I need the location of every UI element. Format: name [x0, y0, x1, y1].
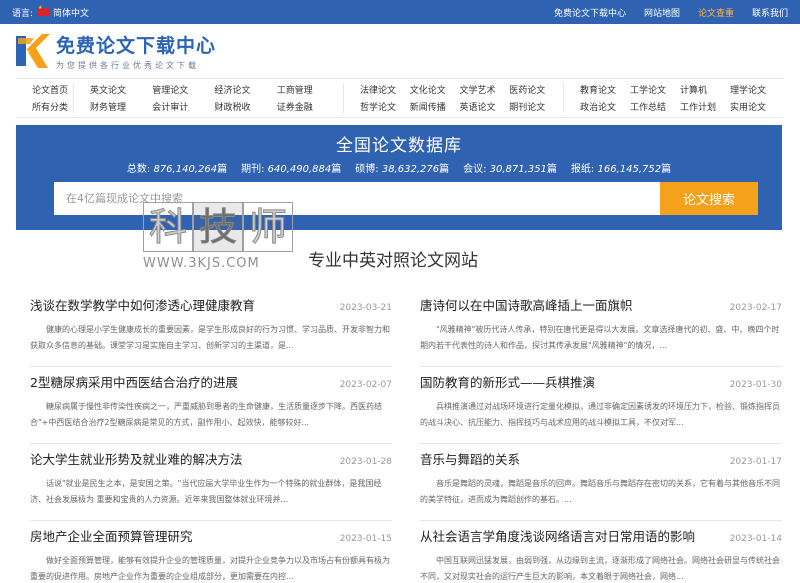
article-title[interactable]: 从社会语言学角度浅谈网络语言对日常用语的影响 — [420, 526, 695, 545]
nav-item[interactable]: 英文论文 — [84, 83, 146, 97]
article-item[interactable]: 从社会语言学角度浅谈网络语言对日常用语的影响 2023-01-14 中国互联网迅猛… — [420, 523, 782, 583]
article-summary: 兵棋推演通过对战场环境进行定量化模拟，通过非确定因素诱发的环境压力下，检验、锻炼… — [420, 402, 780, 427]
nav-item[interactable]: 政治论文 — [574, 100, 624, 114]
nav-item[interactable]: 工作计划 — [674, 100, 724, 114]
article-title[interactable]: 国防教育的新形式——兵棋推演 — [420, 372, 595, 391]
article-title[interactable]: 音乐与舞蹈的关系 — [420, 449, 520, 468]
database-title: 全国论文数据库 — [336, 136, 462, 156]
article-date: 2023-02-17 — [729, 303, 782, 313]
watermark-char: 师 — [243, 202, 293, 252]
database-search-panel: 全国论文数据库 总数: 876,140,264篇 期刊: 640,490,884… — [16, 125, 782, 230]
article-date: 2023-02-07 — [339, 380, 392, 390]
watermark-logo: 科 技 师 WWW.3KJS.COM — [143, 202, 303, 276]
article-summary: 音乐是舞蹈的灵魂，舞蹈是音乐的回声。舞蹈音乐与舞蹈存在密切的关系，它有着与其他音… — [420, 479, 780, 504]
stat-total: 总数: 876,140,264篇 — [126, 164, 228, 175]
nav-item[interactable]: 工作总结 — [624, 100, 674, 114]
language-selector[interactable]: 语言: 简体中文 — [12, 5, 89, 19]
article-date: 2023-01-15 — [339, 534, 392, 544]
category-group-business: 英文论文 财务管理 管理论文 会计审计 经济论文 财政税收 工商管理 证券金融 — [74, 83, 344, 113]
language-label: 语言: — [12, 8, 34, 19]
article-summary: 中国互联网迅猛发展，由弱到强，从边缘到主流，逐渐形成了网络社会。网络社会研显与传… — [420, 556, 780, 581]
nav-item[interactable]: 计算机 — [674, 83, 724, 97]
article-date: 2023-01-14 — [729, 534, 782, 544]
database-stats: 总数: 876,140,264篇 期刊: 640,490,884篇 硕博: 38… — [16, 160, 782, 175]
site-header: 免费论文下载中心 为您提供各行业优秀论文下载 — [0, 24, 800, 78]
nav-item[interactable]: 医药论文 — [503, 83, 553, 97]
link-sitemap[interactable]: 网站地图 — [644, 6, 680, 19]
article-date: 2023-01-17 — [729, 457, 782, 467]
nav-item[interactable]: 教育论文 — [574, 83, 624, 97]
nav-item[interactable]: 新闻传播 — [404, 100, 454, 114]
nav-item[interactable]: 哲学论文 — [354, 100, 404, 114]
top-bar: 语言: 简体中文 免费论文下载中心 网站地图 论文查重 联系我们 — [0, 0, 800, 24]
article-summary: 做好全面预算管理，能够有效提升企业的管理质量，对提升企业竞争力以及市场占有份额具… — [30, 556, 390, 581]
language-value[interactable]: 简体中文 — [53, 6, 89, 19]
site-slogan: 为您提供各行业优秀论文下载 — [56, 61, 199, 70]
nav-item[interactable]: 经济论文 — [209, 83, 271, 97]
article-title[interactable]: 论大学生就业形势及就业难的解决方法 — [30, 449, 243, 468]
article-date: 2023-01-28 — [339, 457, 392, 467]
top-links: 免费论文下载中心 网站地图 论文查重 联系我们 — [554, 6, 788, 19]
nav-item[interactable]: 文化论文 — [404, 83, 454, 97]
watermark-url: WWW.3KJS.COM — [143, 256, 260, 271]
article-summary: "风雅精神"被历代诗人传承，特别在唐代更是得以大发展。文章选择唐代的初、盛、中、… — [420, 325, 780, 350]
nav-item[interactable]: 理学论文 — [724, 83, 774, 97]
article-date: 2023-01-30 — [729, 380, 782, 390]
nav-item[interactable]: 会计审计 — [146, 100, 208, 114]
nav-item[interactable]: 工商管理 — [271, 83, 333, 97]
article-item[interactable]: 论大学生就业形势及就业难的解决方法 2023-01-28 话说"就业是民生之本，是… — [30, 446, 392, 521]
logo-text[interactable]: 免费论文下载中心 为您提供各行业优秀论文下载 — [56, 31, 216, 71]
article-item[interactable]: 国防教育的新形式——兵棋推演 2023-01-30 兵棋推演通过对战场环境进行定量… — [420, 369, 782, 444]
section-title: 专业中英对照论文网站 — [308, 251, 478, 271]
article-summary: 健康的心理是小学生健康成长的重要因素，是学生形成良好的行为习惯、学习品质、开发非… — [30, 325, 390, 350]
stat-thesis: 硕博: 38,632,276篇 — [355, 164, 450, 175]
link-download-center[interactable]: 免费论文下载中心 — [554, 6, 626, 19]
article-item[interactable]: 音乐与舞蹈的关系 2023-01-17 音乐是舞蹈的灵魂，舞蹈是音乐的回声。舞蹈音… — [420, 446, 782, 521]
article-title[interactable]: 唐诗何以在中国诗歌高峰插上一面旗帜 — [420, 295, 633, 314]
article-title[interactable]: 2型糖尿病采用中西医结合治疗的进展 — [30, 372, 238, 391]
article-item[interactable]: 唐诗何以在中国诗歌高峰插上一面旗帜 2023-02-17 "风雅精神"被历代诗人传… — [420, 292, 782, 367]
article-summary: 糖尿病属于慢性非传染性疾病之一，严重威胁到患者的生命健康，生活质量逐步下降。西医… — [30, 402, 382, 427]
article-title[interactable]: 房地产企业全面预算管理研究 — [30, 526, 193, 545]
nav-item[interactable]: 证券金融 — [271, 100, 333, 114]
nav-item[interactable]: 文学艺术 — [454, 83, 504, 97]
article-list: 浅谈在数学教学中如何渗透心理健康教育 2023-03-21 健康的心理是小学生健康… — [30, 292, 782, 583]
category-group-home: 论文首页 所有分类 — [16, 83, 74, 113]
category-group-humanities: 法律论文 哲学论文 文化论文 新闻传播 文学艺术 英语论文 医药论文 期刊论文 — [344, 83, 564, 113]
search-button[interactable]: 论文搜索 — [660, 182, 758, 215]
stat-journal: 期刊: 640,490,884篇 — [241, 164, 342, 175]
article-item[interactable]: 浅谈在数学教学中如何渗透心理健康教育 2023-03-21 健康的心理是小学生健康… — [30, 292, 392, 367]
stat-newspaper: 报纸: 166,145,752篇 — [570, 164, 672, 175]
article-title[interactable]: 浅谈在数学教学中如何渗透心理健康教育 — [30, 295, 255, 314]
stylized-k-logo-icon[interactable] — [14, 32, 50, 70]
china-flag-icon — [37, 5, 50, 16]
stat-conference: 会议: 30,871,351篇 — [463, 164, 557, 175]
category-group-science: 教育论文 政治论文 工学论文 工作总结 计算机 工作计划 理学论文 实用论文 — [564, 83, 784, 113]
nav-item[interactable]: 管理论文 — [146, 83, 208, 97]
article-item[interactable]: 2型糖尿病采用中西医结合治疗的进展 2023-02-07 糖尿病属于慢性非传染性疾… — [30, 369, 392, 444]
nav-item[interactable]: 财务管理 — [84, 100, 146, 114]
article-summary: 话说"就业是民生之本，是安国之策。"当代应届大学毕业生作为一个特殊的就业群体，是… — [30, 479, 382, 504]
article-date: 2023-03-21 — [339, 303, 392, 313]
category-nav: 论文首页 所有分类 英文论文 财务管理 管理论文 会计审计 经济论文 财政税收 … — [16, 78, 784, 118]
link-plagiarism-check[interactable]: 论文查重 — [698, 6, 734, 19]
nav-item[interactable]: 财政税收 — [209, 100, 271, 114]
nav-item[interactable]: 法律论文 — [354, 83, 404, 97]
nav-all-categories[interactable]: 所有分类 — [26, 100, 74, 114]
article-item[interactable]: 房地产企业全面预算管理研究 2023-01-15 做好全面预算管理，能够有效提升企… — [30, 523, 392, 583]
nav-item[interactable]: 英语论文 — [454, 100, 504, 114]
site-name: 免费论文下载中心 — [56, 35, 217, 57]
link-contact-us[interactable]: 联系我们 — [752, 6, 788, 19]
watermark-char: 科 — [143, 202, 193, 252]
nav-item[interactable]: 实用论文 — [724, 100, 774, 114]
watermark-char: 技 — [193, 202, 243, 252]
nav-item[interactable]: 期刊论文 — [503, 100, 553, 114]
nav-item[interactable]: 工学论文 — [624, 83, 674, 97]
nav-home[interactable]: 论文首页 — [26, 83, 74, 97]
